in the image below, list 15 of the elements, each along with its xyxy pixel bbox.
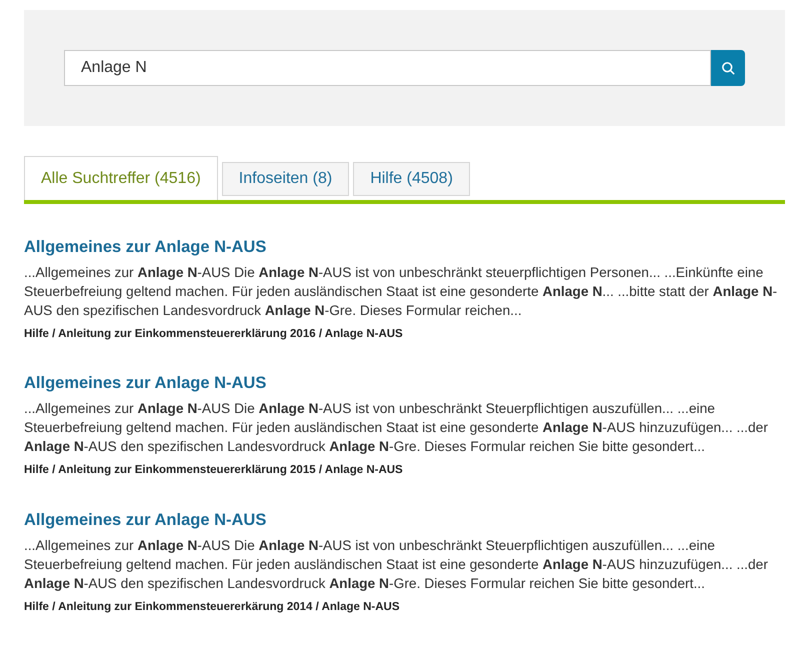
result-snippet: ...Allgemeines zur Anlage N-AUS Die Anlage N-AUS ist von unbeschränkt Steuerpflichtigen auszufüllen... ...eine Steuerbefreiung geltend machen. Für jeden ausländischen Staat ist eine gesonderte Anlage N-AUS hinzuzufügen... ...der Anlage N-AUS den spezifischen Landesvordruck Anlage N-Gre. Dieses Formular reichen Sie bitte gesondert... — [24, 400, 769, 456]
search-field[interactable]: Anlage N — [64, 50, 711, 86]
result-title-link[interactable]: Allgemeines zur Anlage N-AUS — [24, 235, 266, 259]
result-title-link[interactable]: Allgemeines zur Anlage N-AUS — [24, 508, 266, 532]
result-title-link[interactable]: Allgemeines zur Anlage N-AUS — [24, 371, 266, 396]
tab[interactable]: Alle Suchtreffer (4516) — [24, 156, 218, 200]
result-snippet: ...Allgemeines zur Anlage N-AUS Die Anlage N-AUS ist von unbeschränkt steuerpflichtigen Personen... ...Einkünfte eine Steuerbefreiung geltend machen. Für jeden ausländischen Staat ist eine gesonderte Anlage N... ...bitte statt der Anlage N-AUS den spezifischen Landesvordruck Anlage N-Gre. Dieses Formular reichen... — [24, 264, 778, 320]
search-icon — [720, 60, 736, 76]
result-breadcrumb: Hilfe / Anleitung zur Einkommensteuererklärung 2015 / Anlage N-AUS — [24, 463, 404, 478]
result-breadcrumb: Hilfe / Anleitung zur Einkommensteuererklärung 2016 / Anlage N-AUS — [24, 327, 404, 342]
result-breadcrumb: Hilfe / Anleitung zur Einkommensteuererkärung 2014 / Anlage N-AUS — [24, 600, 401, 614]
tab[interactable]: Infoseiten (8) — [222, 162, 350, 196]
tab[interactable]: Hilfe (4508) — [353, 162, 470, 196]
search-button[interactable] — [711, 50, 745, 86]
result-snippet: ...Allgemeines zur Anlage N-AUS Die Anlage N-AUS ist von unbeschränkt Steuerpflichtigen auszufüllen... ...eine Steuerbefreiung geltend machen. Für jeden ausländischen Staat ist eine gesonderte Anlage N-AUS hinzuzufügen... ...der Anlage N-AUS den spezifischen Landesvordruck Anlage N-Gre. Dieses Formular reichen Sie bitte gesondert... — [24, 536, 769, 592]
